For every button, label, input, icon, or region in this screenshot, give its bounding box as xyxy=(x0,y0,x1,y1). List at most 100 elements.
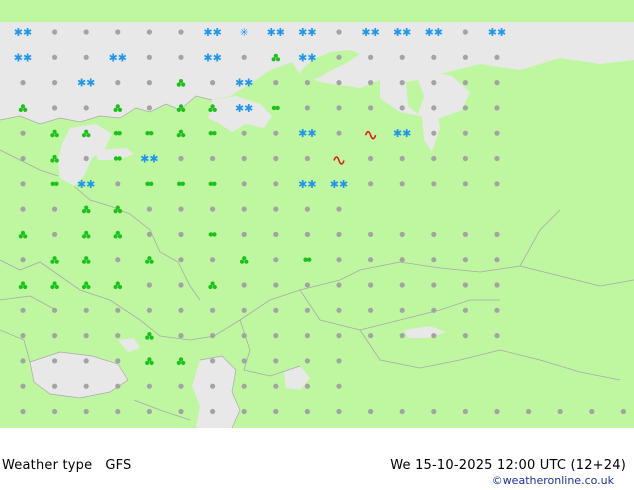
clear-sky-icon xyxy=(146,206,152,212)
clear-sky-icon xyxy=(52,29,58,35)
clear-sky-icon xyxy=(52,307,58,313)
clear-sky-icon xyxy=(368,54,374,60)
clear-sky-icon xyxy=(83,333,89,339)
clear-sky-icon xyxy=(494,130,500,136)
clear-sky-icon xyxy=(399,181,405,187)
clear-sky-icon xyxy=(336,206,342,212)
clear-sky-icon xyxy=(115,383,121,389)
clear-sky-icon xyxy=(241,181,247,187)
clear-sky-icon xyxy=(52,408,58,415)
clear-sky-icon xyxy=(210,257,216,263)
clear-sky-icon xyxy=(52,80,58,86)
clear-sky-icon xyxy=(20,333,26,339)
svg-text:✱✱: ✱✱ xyxy=(298,26,316,39)
clear-sky-icon xyxy=(494,257,500,263)
clear-sky-icon xyxy=(273,155,279,162)
clear-sky-icon xyxy=(462,231,468,237)
credit-link[interactable]: ©weatheronline.co.uk xyxy=(492,474,614,487)
clear-sky-icon xyxy=(178,155,184,162)
svg-text:✱✱: ✱✱ xyxy=(235,102,253,115)
clear-sky-icon xyxy=(368,155,374,162)
svg-text:✱✱: ✱✱ xyxy=(14,26,32,39)
snow-icon: ✱✱ xyxy=(203,51,221,64)
snow-icon: ✱✱ xyxy=(425,26,443,39)
clear-sky-icon xyxy=(241,333,247,339)
svg-text:✱✱: ✱✱ xyxy=(77,77,95,90)
clear-sky-icon xyxy=(304,408,310,415)
clear-sky-icon xyxy=(368,333,374,339)
clear-sky-icon xyxy=(431,231,437,237)
clear-sky-icon xyxy=(399,54,405,60)
clear-sky-icon xyxy=(146,408,152,415)
clear-sky-icon xyxy=(494,333,500,339)
clear-sky-icon xyxy=(20,80,26,86)
svg-text:✱✱: ✱✱ xyxy=(330,178,348,191)
clear-sky-icon xyxy=(336,358,342,364)
clear-sky-icon xyxy=(20,383,26,389)
clear-sky-icon xyxy=(399,155,405,162)
clear-sky-icon xyxy=(494,155,500,162)
svg-text:✱✱: ✱✱ xyxy=(361,26,379,39)
clear-sky-icon xyxy=(304,155,310,162)
clear-sky-icon xyxy=(52,54,58,60)
clear-sky-icon xyxy=(20,130,26,136)
clear-sky-icon xyxy=(210,408,216,415)
svg-text:✱✱: ✱✱ xyxy=(298,127,316,140)
snow-icon: ✱✱ xyxy=(140,153,158,166)
clear-sky-icon xyxy=(83,408,89,415)
clear-sky-icon xyxy=(210,307,216,313)
clear-sky-icon xyxy=(178,408,184,415)
clear-sky-icon xyxy=(304,105,310,111)
product-title: Weather type GFS xyxy=(2,458,132,473)
clear-sky-icon xyxy=(368,231,374,237)
clear-sky-icon xyxy=(241,54,247,60)
clear-sky-icon xyxy=(462,105,468,111)
svg-text:✱✱: ✱✱ xyxy=(203,51,221,64)
clear-sky-icon xyxy=(115,408,121,415)
clear-sky-icon xyxy=(20,181,26,187)
snow-icon: ✱✱ xyxy=(109,51,127,64)
clear-sky-icon xyxy=(20,257,26,263)
snow-icon: ✱✱ xyxy=(267,26,285,39)
clear-sky-icon xyxy=(273,383,279,389)
snow-icon: ✱✱ xyxy=(235,102,253,115)
clear-sky-icon xyxy=(462,282,468,288)
snow-icon: ✱✱ xyxy=(203,26,221,39)
weather-type-map: ✱✱ ✱✱ ✳ ✱✱ ✱✱ ✱✱ ✱✱ ✱✱ ✱✱ ✱✱ ✱✱ ✱✱ ✱✱ ✱✱ ✱✱ ✱✱ ✱✱ ✱✱ ✱✱ ✱✱ ✱… xyxy=(0,0,634,428)
snow-icon: ✱✱ xyxy=(298,51,316,64)
heavy-snow-icon: ✳ xyxy=(240,26,249,39)
clear-sky-icon xyxy=(241,130,247,136)
clear-sky-icon xyxy=(431,181,437,187)
clear-sky-icon xyxy=(210,80,216,86)
clear-sky-icon xyxy=(431,80,437,86)
clear-sky-icon xyxy=(273,408,279,415)
clear-sky-icon xyxy=(336,408,342,415)
clear-sky-icon xyxy=(462,29,468,35)
snow-icon: ✱✱ xyxy=(298,127,316,140)
clear-sky-icon xyxy=(462,257,468,263)
clear-sky-icon xyxy=(20,358,26,364)
clear-sky-icon xyxy=(368,282,374,288)
clear-sky-icon xyxy=(462,130,468,136)
snow-icon: ✱✱ xyxy=(77,77,95,90)
clear-sky-icon xyxy=(52,383,58,389)
clear-sky-icon xyxy=(336,257,342,263)
clear-sky-icon xyxy=(273,307,279,313)
snow-icon: ✱✱ xyxy=(393,26,411,39)
clear-sky-icon xyxy=(431,105,437,111)
clear-sky-icon xyxy=(20,408,26,415)
clear-sky-icon xyxy=(399,282,405,288)
clear-sky-icon xyxy=(241,408,247,415)
clear-sky-icon xyxy=(494,307,500,313)
clear-sky-icon xyxy=(304,282,310,288)
clear-sky-icon xyxy=(494,282,500,288)
clear-sky-icon xyxy=(83,307,89,313)
snow-icon: ✱✱ xyxy=(298,178,316,191)
footer: Weather type GFS We 15-10-2025 12:00 UTC… xyxy=(0,428,634,490)
clear-sky-icon xyxy=(146,29,152,35)
clear-sky-icon xyxy=(146,54,152,60)
clear-sky-icon xyxy=(146,282,152,288)
svg-text:✱✱: ✱✱ xyxy=(393,127,411,140)
clear-sky-icon xyxy=(178,206,184,212)
clear-sky-icon xyxy=(178,333,184,339)
